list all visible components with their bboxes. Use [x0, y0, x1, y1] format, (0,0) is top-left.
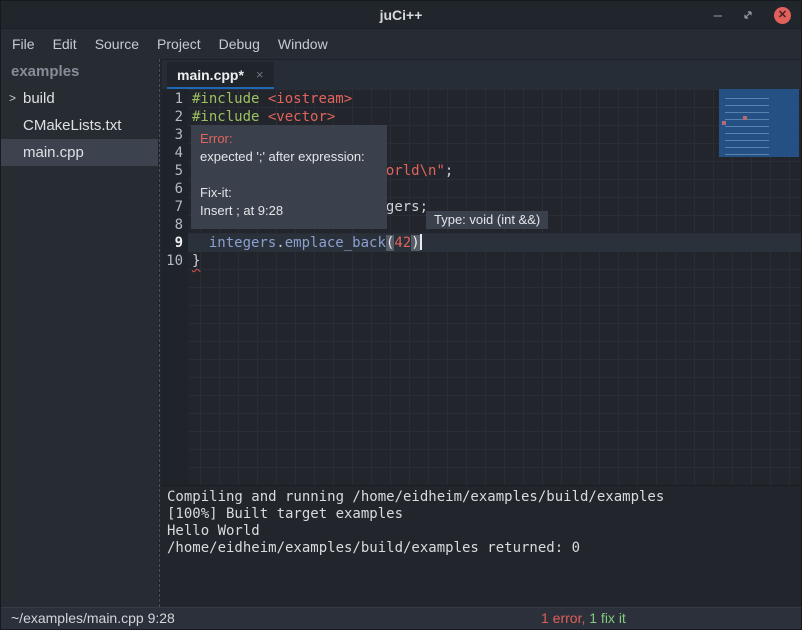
restore-button[interactable]	[742, 9, 754, 21]
minimap-error-mark	[743, 116, 747, 120]
source-editor[interactable]: 1#include <iostream>2#include <vector>34…	[162, 89, 801, 485]
output-line: [100%] Built target examples	[167, 506, 801, 523]
tabbar: main.cpp* ×	[162, 59, 801, 89]
token-preproc: #include	[192, 109, 259, 125]
fixit-message: Insert ; at 9:28	[200, 202, 378, 220]
minimap-error-mark	[722, 121, 726, 125]
code-text: #include <vector>	[188, 108, 335, 126]
token-cursor	[420, 234, 422, 250]
output-panel[interactable]: Compiling and running /home/eidheim/exam…	[162, 485, 801, 607]
code-text: }	[188, 252, 200, 270]
code-text: #include <iostream>	[188, 90, 352, 108]
token-squiggle: }	[192, 253, 200, 269]
tab-label: main.cpp*	[177, 67, 244, 83]
line-number: 5	[162, 162, 188, 180]
menu-window[interactable]: Window	[269, 31, 337, 57]
tree-item-label: main.cpp	[23, 144, 84, 161]
window-title: juCi++	[380, 7, 423, 23]
token-preproc: #include	[192, 91, 259, 107]
error-tooltip-message: expected ';' after expression:	[200, 148, 378, 166]
menu-file[interactable]: File	[3, 31, 44, 57]
minimize-button[interactable]: –	[714, 8, 722, 23]
error-tooltip: Error: expected ';' after expression: Fi…	[191, 125, 387, 229]
token-string: <iostream>	[268, 91, 352, 107]
menu-edit[interactable]: Edit	[44, 31, 86, 57]
line-number: 3	[162, 126, 188, 144]
tree-item-label: CMakeLists.txt	[23, 117, 121, 134]
close-icon: ✕	[778, 10, 787, 21]
project-name-header: examples	[1, 59, 158, 85]
editor-pane: main.cpp* × 1#include <iostream>2#includ…	[162, 59, 801, 607]
tree-item-cmakelists[interactable]: CMakeLists.txt	[1, 112, 158, 139]
line-number: 8	[162, 216, 188, 234]
code-line[interactable]: 10}	[162, 252, 801, 270]
fixit-title: Fix-it:	[200, 184, 378, 202]
titlebar[interactable]: juCi++ – ✕	[1, 1, 801, 29]
file-tree-sidebar: examples > build CMakeLists.txt main.cpp	[1, 59, 158, 607]
menu-source[interactable]: Source	[86, 31, 148, 57]
output-line: Compiling and running /home/eidheim/exam…	[167, 489, 801, 506]
tree-item-build[interactable]: > build	[1, 85, 158, 112]
menu-debug[interactable]: Debug	[210, 31, 269, 57]
token-ident: emplace_back	[285, 235, 386, 251]
line-number: 1	[162, 90, 188, 108]
status-fixit-count: 1 fix it	[589, 610, 626, 626]
app-window: juCi++ – ✕ File Edit Source Project Debu…	[0, 0, 802, 630]
statusbar: ~/examples/main.cpp 9:28 1 error, 1 fix …	[1, 607, 801, 629]
line-number: 4	[162, 144, 188, 162]
token-ident: integers	[209, 235, 276, 251]
line-number: 2	[162, 108, 188, 126]
tree-item-label: build	[23, 90, 55, 107]
token-number: 42	[394, 235, 411, 251]
line-number: 7	[162, 198, 188, 216]
line-number: 9	[162, 234, 188, 252]
line-number: 10	[162, 252, 188, 270]
output-line: Hello World	[167, 523, 801, 540]
tab-maincpp[interactable]: main.cpp* ×	[167, 62, 274, 90]
minimap[interactable]	[719, 89, 799, 157]
tree-item-maincpp[interactable]: main.cpp	[1, 139, 158, 166]
status-error-count: 1 error	[541, 610, 581, 626]
status-file-location: ~/examples/main.cpp 9:28	[11, 610, 175, 626]
chevron-right-icon[interactable]: >	[9, 85, 16, 112]
code-line[interactable]: 2#include <vector>	[162, 108, 801, 126]
code-line[interactable]: 9 integers.emplace_back(42)	[162, 234, 801, 252]
window-controls: – ✕	[714, 1, 791, 29]
token-bracket: )	[411, 235, 419, 251]
tab-close-icon[interactable]: ×	[256, 67, 264, 82]
output-line: /home/eidheim/examples/build/examples re…	[167, 540, 801, 557]
menu-project[interactable]: Project	[148, 31, 210, 57]
line-number: 6	[162, 180, 188, 198]
code-line[interactable]: 1#include <iostream>	[162, 90, 801, 108]
main-area: examples > build CMakeLists.txt main.cpp…	[1, 59, 801, 607]
pane-separator[interactable]	[159, 59, 160, 607]
type-tooltip: Type: void (int &&)	[426, 211, 548, 229]
token-string: <vector>	[268, 109, 335, 125]
code-text: integers.emplace_back(42)	[188, 234, 422, 252]
error-tooltip-title: Error:	[200, 130, 378, 148]
close-button[interactable]: ✕	[774, 7, 791, 24]
status-diagnostics: 1 error, 1 fix it	[541, 610, 626, 626]
menubar: File Edit Source Project Debug Window	[1, 29, 801, 59]
